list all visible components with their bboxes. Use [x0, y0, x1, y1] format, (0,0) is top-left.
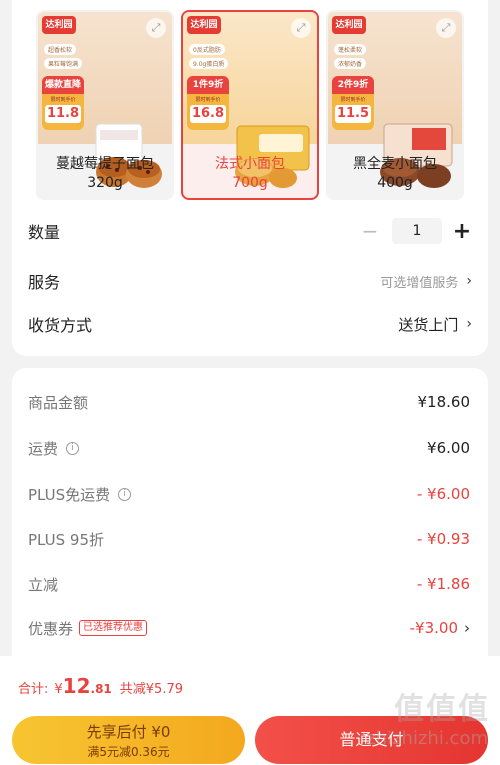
variant-name: 蔓越莓提子面包: [56, 156, 154, 172]
promo-subtitle: 限时到手价: [340, 97, 366, 103]
brand-logo: 达利园: [187, 16, 221, 34]
promo-badge: 爆款直降 限时到手价 11.8: [42, 76, 84, 130]
variant-french-roll[interactable]: 达利园 ⤢ 0反式脂肪 9.0g蛋白质 1件9折 限时到手价 16.8 法式小面…: [181, 10, 319, 200]
price-line-value: ¥6.00: [427, 439, 470, 457]
price-line-name: PLUS免运费: [28, 485, 111, 504]
total-label: 合计:: [18, 682, 49, 697]
price-line-shipping: 运费 i ¥6.00: [28, 435, 470, 461]
normal-pay-button[interactable]: 普通支付: [255, 716, 488, 764]
promo-title: 2件9折: [332, 76, 374, 94]
price-line-label: 立减: [28, 574, 58, 595]
quantity-input[interactable]: 1: [392, 218, 442, 244]
delivery-value-text: 送货上门: [398, 315, 459, 334]
quantity-stepper: − 1 +: [358, 218, 472, 244]
promo-subtitle: 限时到手价: [50, 97, 76, 103]
service-value-text: 可选增值服务: [380, 275, 459, 291]
promo-subtitle: 限时到手价: [195, 97, 221, 103]
pay-later-button[interactable]: 先享后付 ¥0 满5元减0.36元: [12, 716, 245, 764]
feature-tag: 0反式脂肪: [189, 44, 225, 55]
checkout-bar: 合计: ¥ 12 .81 共减¥5.79 先享后付 ¥0 满5元减0.36元 普…: [0, 656, 500, 765]
brand-logo: 达利园: [332, 16, 366, 34]
price-line-label: PLUS 95折: [28, 529, 104, 550]
promo-title: 爆款直降: [42, 76, 84, 94]
service-value: 可选增值服务 ›: [380, 272, 472, 291]
total-integer: 12: [62, 674, 91, 698]
coupon-amount: -¥3.00: [409, 619, 458, 637]
price-line-label: 商品金额: [28, 392, 88, 413]
brand-logo: 达利园: [42, 16, 76, 34]
chevron-right-icon: ›: [466, 316, 472, 332]
service-label: 服务: [28, 273, 61, 292]
feature-tag: 浓郁奶香: [334, 58, 367, 69]
price-line-plus-free-shipping: PLUS免运费 i - ¥6.00: [28, 481, 470, 507]
info-icon[interactable]: i: [118, 487, 132, 501]
total-saved: 共减¥5.79: [119, 682, 183, 697]
order-total: 合计: ¥ 12 .81 共减¥5.79: [18, 674, 183, 698]
price-line-name: 运费: [28, 439, 59, 458]
chevron-right-icon: ›: [464, 619, 470, 637]
promo-price: 16.8: [190, 105, 226, 123]
expand-icon[interactable]: ⤢: [146, 18, 166, 38]
total-decimal: .81: [90, 682, 112, 696]
product-options-card: 达利园 ⤢ 超香松软 果粒莓饱满 爆款直降 限时到手价 11.8 蔓越莓提子面包…: [12, 0, 488, 356]
info-icon[interactable]: i: [66, 441, 80, 455]
variant-cranberry[interactable]: 达利园 ⤢ 超香松软 果粒莓饱满 爆款直降 限时到手价 11.8 蔓越莓提子面包…: [36, 10, 174, 200]
variant-whole-wheat[interactable]: 达利园 ⤢ 蓬松柔软 浓郁奶香 2件9折 限时到手价 11.5 黑全麦小面包 4…: [326, 10, 464, 200]
feature-tag: 9.0g蛋白质: [189, 58, 229, 69]
recommended-coupon-badge: 已选推荐优惠: [79, 620, 148, 636]
feature-tag: 超香松软: [44, 44, 77, 55]
variant-name: 黑全麦小面包: [353, 156, 437, 172]
price-line-value: -¥3.00 ›: [410, 619, 470, 637]
pay-later-offer: 满5元减0.36元: [87, 745, 170, 759]
variant-weight: 700g: [232, 175, 268, 191]
feature-tag: 蓬松柔软: [334, 44, 367, 55]
quantity-row: 数量 − 1 +: [28, 216, 472, 246]
promo-price: 11.5: [335, 105, 371, 123]
expand-icon[interactable]: ⤢: [291, 18, 311, 38]
feature-tag: 果粒莓饱满: [44, 58, 83, 69]
service-row[interactable]: 服务 可选增值服务 ›: [28, 266, 472, 296]
price-line-label: 运费 i: [28, 438, 80, 459]
delivery-label: 收货方式: [28, 316, 93, 335]
price-line-value: - ¥6.00: [416, 485, 470, 503]
price-line-plus-discount: PLUS 95折 - ¥0.93: [28, 526, 470, 552]
delivery-method-row[interactable]: 收货方式 送货上门 ›: [28, 309, 472, 339]
expand-icon[interactable]: ⤢: [436, 18, 456, 38]
variant-weight: 400g: [377, 175, 413, 191]
price-line-instant-off: 立减 - ¥1.86: [28, 571, 470, 597]
chevron-right-icon: ›: [466, 273, 472, 289]
price-line-name: PLUS 95折: [28, 530, 105, 549]
price-line-value: - ¥1.86: [416, 575, 470, 593]
price-line-label: PLUS免运费 i: [28, 484, 132, 505]
promo-title: 1件9折: [187, 76, 229, 94]
variant-weight: 320g: [87, 175, 123, 191]
variant-name: 法式小面包: [215, 156, 285, 172]
price-breakdown-card: 商品金额 ¥18.60 运费 i ¥6.00 PLUS免运费 i - ¥6.00 P…: [12, 368, 488, 668]
quantity-label: 数量: [28, 223, 61, 242]
price-line-name: 优惠券: [28, 619, 74, 638]
pay-later-label: 先享后付 ¥0: [86, 723, 171, 741]
price-line-coupon[interactable]: 优惠券 已选推荐优惠 -¥3.00 ›: [28, 615, 470, 641]
price-line-name: 立减: [28, 575, 59, 594]
promo-badge: 1件9折 限时到手价 16.8: [187, 76, 229, 130]
price-line-subtotal: 商品金额 ¥18.60: [28, 389, 470, 415]
price-line-label: 优惠券 已选推荐优惠: [28, 618, 148, 639]
minus-button[interactable]: −: [358, 219, 382, 243]
price-line-value: - ¥0.93: [416, 530, 470, 548]
price-line-value: ¥18.60: [417, 393, 471, 411]
promo-price: 11.8: [45, 105, 81, 123]
price-line-name: 商品金额: [28, 393, 89, 412]
promo-badge: 2件9折 限时到手价 11.5: [332, 76, 374, 130]
delivery-value: 送货上门 ›: [398, 314, 472, 335]
plus-button[interactable]: +: [452, 219, 472, 244]
total-currency: ¥: [54, 682, 63, 697]
